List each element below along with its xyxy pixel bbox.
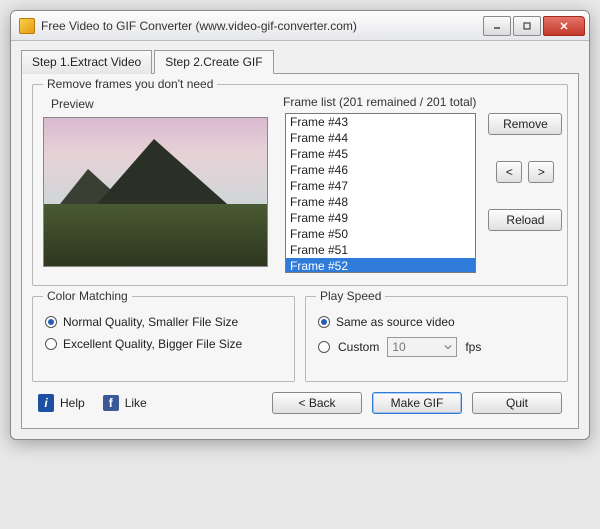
radio-icon	[45, 338, 57, 350]
radio-custom-speed[interactable]: Custom 10 fps	[318, 337, 555, 357]
fps-combo[interactable]: 10	[387, 337, 457, 357]
radio-icon	[318, 316, 330, 328]
quit-button[interactable]: Quit	[472, 392, 562, 414]
speed-group-title: Play Speed	[316, 289, 385, 303]
preview-label: Preview	[51, 97, 273, 111]
speed-group: Play Speed Same as source video Custom 1…	[305, 296, 568, 382]
make-gif-button[interactable]: Make GIF	[372, 392, 462, 414]
tab-panel: Remove frames you don't need Preview Fra…	[21, 73, 579, 429]
tab-step2[interactable]: Step 2.Create GIF	[154, 50, 273, 74]
frames-group-title: Remove frames you don't need	[43, 77, 217, 91]
tabs: Step 1.Extract Video Step 2.Create GIF	[21, 49, 579, 73]
titlebar: Free Video to GIF Converter (www.video-g…	[11, 11, 589, 41]
minimize-button[interactable]	[483, 16, 511, 36]
list-item[interactable]: Frame #47	[286, 178, 475, 194]
radio-label: Excellent Quality, Bigger File Size	[63, 337, 242, 351]
radio-icon	[318, 341, 330, 353]
remove-button[interactable]: Remove	[488, 113, 562, 135]
close-button[interactable]	[543, 16, 585, 36]
fps-unit: fps	[465, 340, 481, 354]
frames-group: Remove frames you don't need Preview Fra…	[32, 84, 568, 286]
color-group-title: Color Matching	[43, 289, 132, 303]
app-icon	[19, 18, 35, 34]
window-title: Free Video to GIF Converter (www.video-g…	[41, 19, 481, 33]
radio-excellent-quality[interactable]: Excellent Quality, Bigger File Size	[45, 337, 282, 351]
frame-list-label: Frame list (201 remained / 201 total)	[283, 95, 476, 109]
like-label: Like	[125, 396, 147, 410]
preview-image	[43, 117, 268, 267]
chevron-down-icon	[444, 343, 452, 351]
list-item[interactable]: Frame #43	[286, 114, 475, 130]
radio-icon	[45, 316, 57, 328]
color-group: Color Matching Normal Quality, Smaller F…	[32, 296, 295, 382]
tab-step1[interactable]: Step 1.Extract Video	[21, 50, 152, 74]
footer: i Help f Like < Back Make GIF Quit	[32, 382, 568, 418]
maximize-button[interactable]	[513, 16, 541, 36]
list-item[interactable]: Frame #50	[286, 226, 475, 242]
fps-value: 10	[392, 340, 405, 354]
radio-same-speed[interactable]: Same as source video	[318, 315, 555, 329]
list-item[interactable]: Frame #52	[286, 258, 475, 273]
list-item[interactable]: Frame #48	[286, 194, 475, 210]
help-icon: i	[38, 394, 54, 412]
app-window: Free Video to GIF Converter (www.video-g…	[10, 10, 590, 440]
facebook-icon: f	[103, 395, 119, 411]
prev-frame-button[interactable]: <	[496, 161, 522, 183]
help-link[interactable]: i Help	[38, 394, 85, 412]
frame-list[interactable]: Frame #43Frame #44Frame #45Frame #46Fram…	[285, 113, 476, 273]
radio-normal-quality[interactable]: Normal Quality, Smaller File Size	[45, 315, 282, 329]
reload-button[interactable]: Reload	[488, 209, 562, 231]
list-item[interactable]: Frame #51	[286, 242, 475, 258]
list-item[interactable]: Frame #45	[286, 146, 475, 162]
radio-label: Same as source video	[336, 315, 455, 329]
list-item[interactable]: Frame #44	[286, 130, 475, 146]
radio-label: Custom	[338, 340, 379, 354]
like-link[interactable]: f Like	[103, 395, 147, 411]
list-item[interactable]: Frame #46	[286, 162, 475, 178]
radio-label: Normal Quality, Smaller File Size	[63, 315, 238, 329]
list-item[interactable]: Frame #49	[286, 210, 475, 226]
next-frame-button[interactable]: >	[528, 161, 554, 183]
help-label: Help	[60, 396, 85, 410]
back-button[interactable]: < Back	[272, 392, 362, 414]
